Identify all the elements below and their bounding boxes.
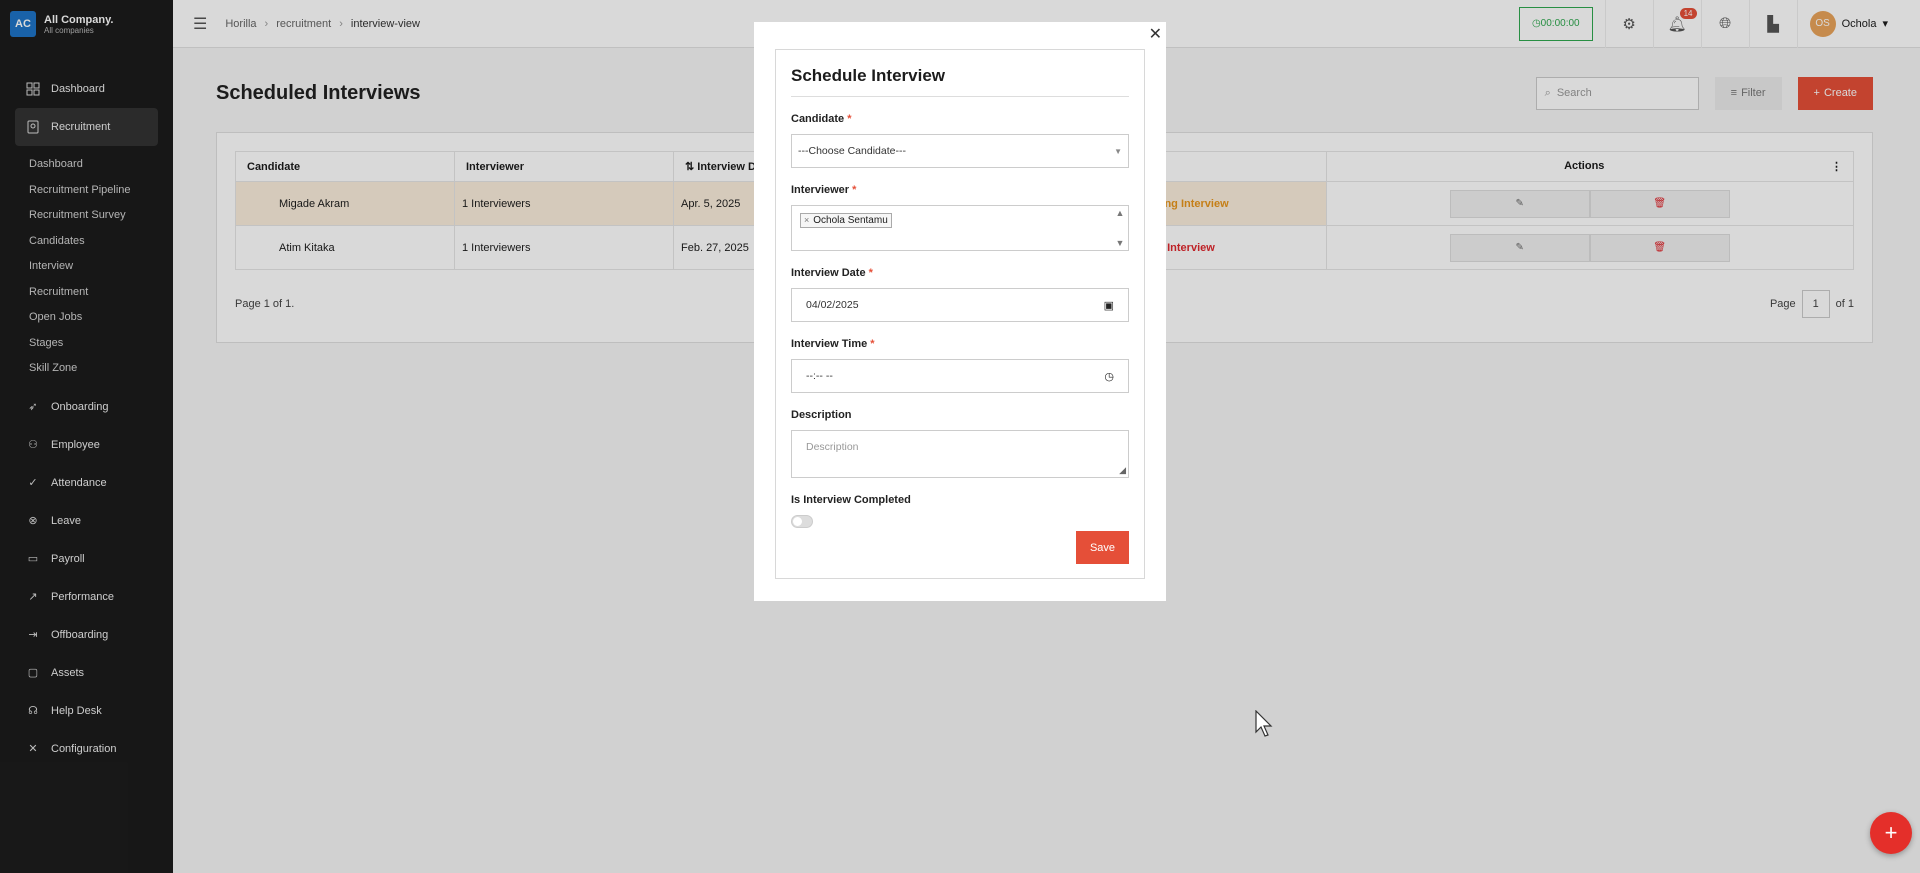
save-button[interactable]: Save	[1076, 531, 1129, 564]
completed-label: Is Interview Completed	[791, 494, 911, 506]
candidate-label: Candidate *	[791, 113, 1129, 125]
interview-time-input[interactable]: --:-- -- ◷	[791, 359, 1129, 393]
interview-time-value: --:-- --	[806, 370, 833, 382]
multiselect-scrollbar[interactable]: ▲ ▼	[1114, 208, 1126, 248]
interview-time-label-text: Interview Time	[791, 338, 868, 350]
schedule-interview-modal: ✕ Schedule Interview Candidate * ---Choo…	[754, 22, 1166, 601]
remove-tag-icon[interactable]: ×	[804, 215, 809, 225]
interview-date-label: Interview Date *	[791, 267, 1129, 279]
close-icon[interactable]: ✕	[1149, 24, 1162, 44]
required-marker: *	[870, 338, 875, 350]
completed-toggle[interactable]	[791, 515, 813, 528]
description-label: Description	[791, 409, 852, 421]
interview-date-input[interactable]: 04/02/2025 ▣	[791, 288, 1129, 322]
interviewer-tag-label: Ochola Sentamu	[813, 214, 888, 226]
candidate-label-text: Candidate	[791, 113, 845, 125]
candidate-select-value: ---Choose Candidate---	[798, 145, 906, 157]
candidate-select[interactable]: ---Choose Candidate--- ▼	[791, 134, 1129, 168]
interview-date-label-text: Interview Date	[791, 267, 866, 279]
description-textarea[interactable]: Description ◢	[791, 430, 1129, 478]
quick-add-button[interactable]: +	[1870, 812, 1912, 854]
required-marker: *	[868, 267, 873, 279]
interviewer-multiselect[interactable]: × Ochola Sentamu ▲ ▼	[791, 205, 1129, 251]
interviewer-tag: × Ochola Sentamu	[800, 212, 892, 228]
interview-time-label: Interview Time *	[791, 338, 1129, 350]
required-marker: *	[852, 184, 857, 196]
schedule-interview-form: Schedule Interview Candidate * ---Choose…	[775, 49, 1145, 579]
interview-date-value: 04/02/2025	[806, 299, 859, 311]
resize-grip-icon[interactable]: ◢	[1119, 465, 1126, 476]
interviewer-label-text: Interviewer	[791, 184, 850, 196]
calendar-icon[interactable]: ▣	[1104, 299, 1114, 312]
plus-icon: +	[1884, 820, 1898, 845]
caret-down-icon: ▼	[1114, 146, 1122, 156]
required-marker: *	[847, 113, 852, 125]
interviewer-label: Interviewer *	[791, 184, 1129, 196]
modal-title: Schedule Interview	[791, 66, 1129, 97]
description-placeholder: Description	[806, 441, 859, 453]
clock-icon[interactable]: ◷	[1104, 370, 1114, 383]
scroll-down-icon[interactable]: ▼	[1116, 238, 1125, 248]
mouse-cursor-icon	[1255, 710, 1273, 737]
scroll-up-icon[interactable]: ▲	[1116, 208, 1125, 218]
